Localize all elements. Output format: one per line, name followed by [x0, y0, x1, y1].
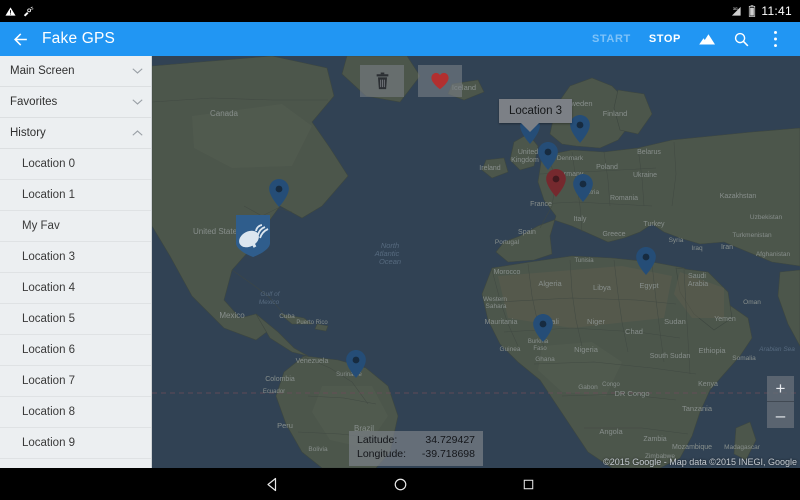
nav-home-button[interactable]	[336, 477, 464, 492]
favorite-button[interactable]	[418, 65, 462, 97]
list-item-label: Location 7	[22, 375, 76, 387]
longitude-row: Longitude: -39.718698	[357, 448, 475, 462]
status-bar-right-icons: 3G 11:41	[730, 4, 800, 18]
list-item-label: Location 3	[22, 251, 76, 263]
status-bar-left-icons	[0, 6, 34, 17]
map-marker[interactable]	[538, 142, 558, 170]
sidebar-group-favorites[interactable]: Favorites	[0, 87, 151, 118]
sidebar-item-location-7[interactable]: Location 7	[0, 366, 151, 397]
sidebar-item-location-1[interactable]: Location 1	[0, 180, 151, 211]
sidebar-group-label: Main Screen	[10, 65, 75, 77]
list-item-label: Location 5	[22, 313, 76, 325]
map-marker[interactable]	[570, 115, 590, 143]
nav-back-triangle-icon	[266, 477, 276, 491]
map-marker[interactable]	[269, 179, 289, 207]
list-item-label: Location 9	[22, 437, 76, 449]
screen-root: 3G 11:41 Fake GPS START STOP Main Screen…	[0, 0, 800, 500]
warning-triangle-icon	[5, 6, 16, 16]
overflow-menu-button[interactable]	[758, 22, 792, 56]
nav-back-button[interactable]	[208, 477, 336, 492]
sidebar-item-location-3[interactable]: Location 3	[0, 242, 151, 273]
mobile-signal-icon: 3G	[732, 6, 741, 16]
status-bar-clock: 11:41	[761, 4, 792, 18]
search-button[interactable]	[724, 22, 758, 56]
coordinates-readout: Latitude: 34.729427 Longitude: -39.71869…	[349, 431, 483, 466]
app-bar: Fake GPS START STOP	[0, 22, 800, 56]
trash-icon	[376, 72, 388, 90]
status-bar: 3G 11:41	[0, 0, 800, 22]
heart-icon	[431, 72, 449, 90]
sidebar-item-location-8[interactable]: Location 8	[0, 397, 151, 428]
nav-home-circle-icon	[394, 478, 406, 490]
back-button[interactable]	[0, 22, 40, 56]
sidebar-item-location-5[interactable]: Location 5	[0, 304, 151, 335]
chevron-down-icon	[132, 62, 143, 80]
sidebar-group-label: History	[10, 127, 46, 139]
gps-satellite-icon	[23, 6, 34, 17]
marker-info-window[interactable]: Location 3	[499, 99, 573, 132]
map-layers-button[interactable]	[690, 22, 724, 56]
list-item-label: Location 4	[22, 282, 76, 294]
search-icon	[734, 32, 748, 46]
map-marker[interactable]	[533, 314, 553, 342]
satellite-dish-badge-icon	[234, 213, 272, 264]
sidebar-group-label: Favorites	[10, 96, 58, 108]
map-zoom-controls: + –	[767, 376, 794, 428]
list-item-label: My Fav	[22, 220, 60, 232]
map-marker[interactable]	[546, 169, 566, 197]
latitude-value: 34.729427	[425, 434, 475, 446]
longitude-label: Longitude:	[357, 447, 407, 460]
sidebar-item-location-4[interactable]: Location 4	[0, 273, 151, 304]
android-nav-bar	[0, 468, 800, 500]
sidebar-item-location-9[interactable]: Location 9	[0, 428, 151, 459]
sidebar-item-location-6[interactable]: Location 6	[0, 335, 151, 366]
latitude-row: Latitude: 34.729427	[357, 434, 475, 448]
sidebar-group-history[interactable]: History	[0, 118, 151, 149]
list-item-label: Location 0	[22, 158, 76, 170]
arrow-back-icon	[13, 32, 27, 46]
map-layers-icon	[698, 34, 715, 45]
stop-button[interactable]: STOP	[640, 27, 690, 51]
sidebar-group-main-screen[interactable]: Main Screen	[0, 56, 151, 87]
list-item-label: Location 8	[22, 406, 76, 418]
app-bar-actions: START STOP	[583, 22, 800, 56]
sidebar-item-my-fav[interactable]: My Fav	[0, 211, 151, 242]
map-canvas[interactable]: IcelandNorwaySwedenFinlandIrelandUnitedK…	[152, 56, 800, 468]
chevron-up-icon	[132, 124, 143, 142]
sidebar[interactable]: Main Screen Favorites History Location 0…	[0, 56, 152, 468]
list-item-label: Location 6	[22, 344, 76, 356]
delete-button[interactable]	[360, 65, 404, 97]
chevron-down-icon	[132, 93, 143, 111]
zoom-in-button[interactable]: +	[767, 376, 794, 402]
sidebar-item-location-10[interactable]: Location 10	[0, 459, 151, 468]
nav-recents-square-icon	[523, 479, 533, 489]
nav-recents-button[interactable]	[464, 478, 592, 491]
map-marker[interactable]	[636, 247, 656, 275]
start-button[interactable]: START	[583, 27, 640, 51]
list-item-label: Location 1	[22, 189, 76, 201]
info-window-label: Location 3	[509, 105, 563, 117]
map-action-bar	[360, 65, 462, 97]
battery-icon	[749, 5, 756, 17]
map-attribution: ©2015 Google - Map data ©2015 INEGI, Goo…	[603, 457, 797, 467]
page-title: Fake GPS	[42, 30, 116, 47]
map-marker[interactable]	[346, 350, 366, 378]
svg-text:3G: 3G	[733, 7, 738, 11]
map-marker[interactable]	[573, 174, 593, 202]
more-vert-icon	[773, 30, 777, 48]
zoom-out-button[interactable]: –	[767, 402, 794, 428]
longitude-value: -39.718698	[421, 447, 475, 460]
latitude-label: Latitude:	[357, 434, 398, 446]
sidebar-item-location-0[interactable]: Location 0	[0, 149, 151, 180]
